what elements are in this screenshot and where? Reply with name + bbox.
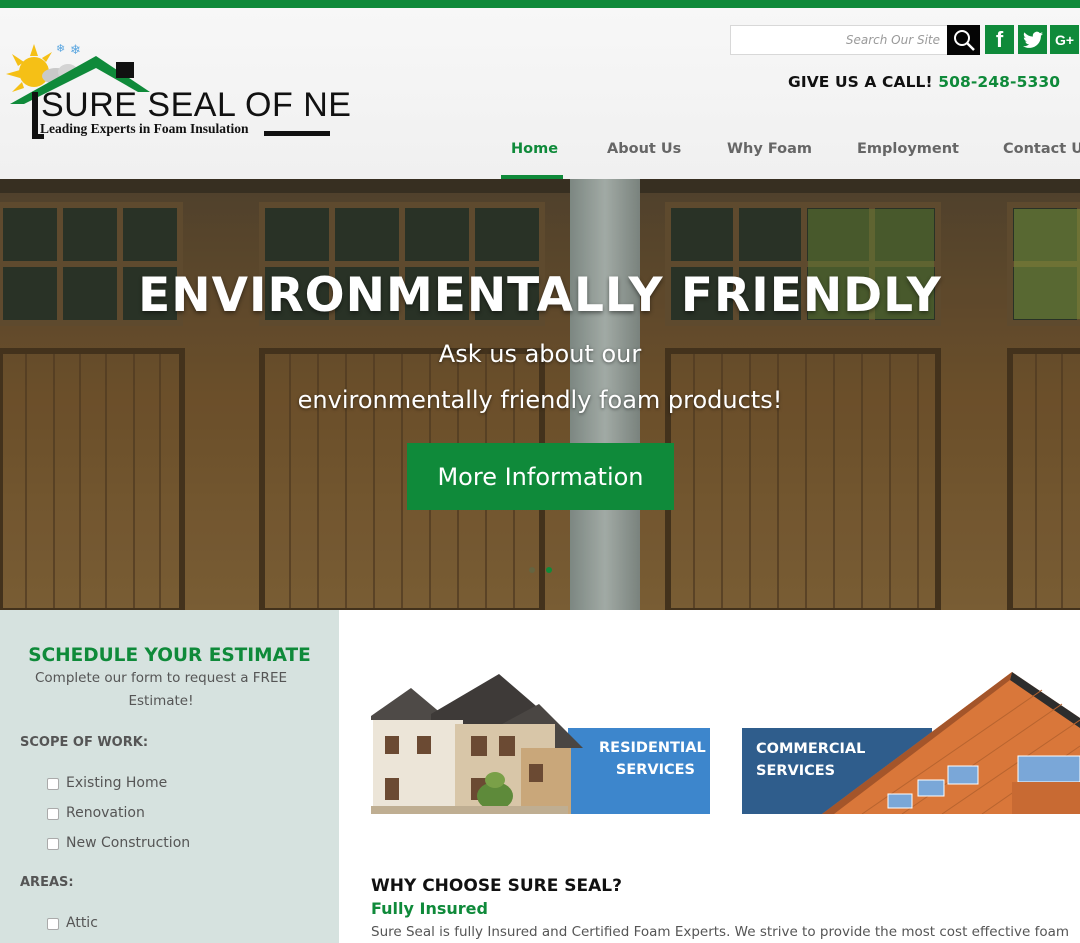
why-choose-text: Sure Seal is fully Insured and Certified…	[371, 924, 1070, 940]
phone-number[interactable]: 508-248-5330	[938, 73, 1060, 91]
logo-underline	[264, 131, 330, 136]
facebook-icon[interactable]: f	[985, 25, 1014, 54]
nav-employment[interactable]: Employment	[857, 141, 959, 157]
areas-label: AREAS:	[20, 875, 74, 890]
call-line: GIVE US A CALL! 508-248-5330	[788, 73, 1060, 91]
twitter-bird-icon	[1022, 31, 1043, 48]
nav-why-foam[interactable]: Why Foam	[727, 141, 812, 157]
logo-tagline: Leading Experts in Foam Insulation	[40, 121, 249, 136]
new-construction-label[interactable]: New Construction	[66, 835, 190, 851]
google-plus-icon[interactable]: G+	[1050, 25, 1079, 54]
hero-title: ENVIRONMENTALLY FRIENDLY	[138, 268, 942, 323]
top-accent-bar	[0, 0, 1080, 8]
search-box	[730, 25, 948, 55]
twitter-icon[interactable]	[1018, 25, 1047, 54]
checkbox-new-construction[interactable]	[47, 838, 59, 850]
estimate-form-description: Complete our form to request a FREE Esti…	[35, 670, 287, 709]
search-input[interactable]	[731, 26, 948, 54]
svg-text:❄: ❄	[56, 42, 65, 55]
nav-about-us[interactable]: About Us	[607, 141, 681, 157]
commercial-label-line2: SERVICES	[756, 763, 836, 779]
residential-services-label: RESIDENTIAL SERVICES	[599, 737, 706, 781]
scope-of-work-label: SCOPE OF WORK:	[20, 735, 149, 750]
checkbox-renovation[interactable]	[47, 808, 59, 820]
why-choose-title: WHY CHOOSE SURE SEAL?	[371, 876, 622, 896]
slider-dot-1[interactable]	[529, 567, 535, 573]
nav-home[interactable]: Home	[511, 141, 558, 157]
search-button[interactable]	[947, 25, 980, 55]
search-icon	[953, 30, 975, 51]
checkbox-existing-home[interactable]	[47, 778, 59, 790]
hero-subtitle-line1: Ask us about our	[438, 340, 642, 368]
checkbox-attic[interactable]	[47, 918, 59, 930]
estimate-form-title: SCHEDULE YOUR ESTIMATE	[28, 645, 311, 666]
commercial-services-label: COMMERCIAL SERVICES	[756, 738, 876, 782]
site-logo[interactable]: ❄ ❄ SURE SEAL OF NE Leading Experts in F…	[4, 32, 351, 147]
commercial-label-line1: COMMERCIAL	[756, 741, 866, 757]
residential-label-line2: SERVICES	[615, 762, 695, 778]
nav-contact-us[interactable]: Contact Us	[1003, 141, 1080, 157]
hero-subtitle-line2: environmentally friendly foam products!	[297, 386, 783, 414]
call-label: GIVE US A CALL!	[788, 73, 933, 91]
logo-title: SURE SEAL OF NE	[41, 86, 352, 124]
why-choose-subtitle: Fully Insured	[371, 899, 488, 918]
existing-home-label[interactable]: Existing Home	[66, 775, 167, 791]
residential-label-line1: RESIDENTIAL	[599, 740, 706, 756]
attic-label[interactable]: Attic	[66, 915, 98, 931]
slider-dot-2[interactable]	[546, 567, 552, 573]
renovation-label[interactable]: Renovation	[66, 805, 145, 821]
more-information-button[interactable]: More Information	[407, 443, 674, 510]
logo-bar	[32, 92, 38, 138]
svg-text:❄: ❄	[70, 43, 81, 58]
